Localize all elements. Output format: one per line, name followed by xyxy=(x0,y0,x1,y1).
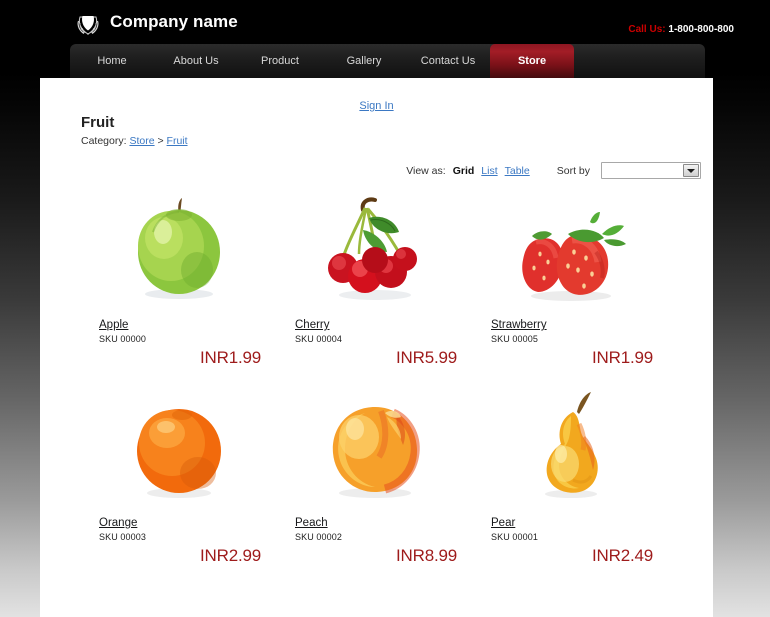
product-name-link[interactable]: Cherry xyxy=(295,319,330,331)
nav-item-about-us[interactable]: About Us xyxy=(154,44,238,78)
breadcrumb-item-fruit[interactable]: Fruit xyxy=(167,135,188,147)
view-option-list[interactable]: List xyxy=(481,165,497,177)
product-sku: SKU 00004 xyxy=(295,334,342,344)
pear-image[interactable] xyxy=(496,388,646,503)
product-name-link[interactable]: Pear xyxy=(491,517,515,529)
product-name-link[interactable]: Strawberry xyxy=(491,319,547,331)
product-price: INR2.99 xyxy=(200,546,261,565)
product-card[interactable]: Cherry SKU 00004 INR5.99 xyxy=(277,190,473,368)
product-sku: SKU 00002 xyxy=(295,532,342,542)
nav-item-home[interactable]: Home xyxy=(70,44,154,78)
phone-number: 1-800-800-800 xyxy=(668,24,734,35)
product-card[interactable]: Strawberry SKU 00005 INR1.99 xyxy=(473,190,669,368)
brand-block[interactable]: Company name xyxy=(74,8,238,36)
call-us-block: Call Us: 1-800-800-800 xyxy=(628,24,734,35)
product-price: INR5.99 xyxy=(396,348,457,367)
breadcrumb-item-store[interactable]: Store xyxy=(129,135,154,147)
sort-by-label: Sort by xyxy=(556,164,590,177)
product-card[interactable]: Orange SKU 00003 INR2.99 xyxy=(81,388,277,566)
product-card[interactable]: Apple SKU 00000 INR1.99 xyxy=(81,190,277,368)
product-grid: Apple SKU 00000 INR1.99 Cherry SKU 00004… xyxy=(81,190,681,586)
listing-toolbar: View as: Grid List Table Sort by xyxy=(406,162,701,179)
product-name-link[interactable]: Peach xyxy=(295,517,328,529)
orange-image[interactable] xyxy=(104,388,254,503)
product-name-link[interactable]: Orange xyxy=(99,517,137,529)
main-navigation: Home About Us Product Gallery Contact Us… xyxy=(70,44,705,78)
view-option-table[interactable]: Table xyxy=(505,165,530,177)
site-header: Company name Call Us: 1-800-800-800 xyxy=(0,0,770,44)
product-price: INR1.99 xyxy=(200,348,261,367)
chevron-down-icon[interactable] xyxy=(683,164,699,177)
view-as-label: View as: xyxy=(406,164,446,177)
page-title: Fruit xyxy=(81,114,115,131)
nav-item-product[interactable]: Product xyxy=(238,44,322,78)
strawberries-image[interactable] xyxy=(496,190,646,305)
sign-in-row: Sign In xyxy=(40,96,713,114)
product-price: INR2.49 xyxy=(592,546,653,565)
nav-item-gallery[interactable]: Gallery xyxy=(322,44,406,78)
product-name-link[interactable]: Apple xyxy=(99,319,128,331)
view-option-grid[interactable]: Grid xyxy=(453,165,475,177)
breadcrumb: Category: Store > Fruit xyxy=(81,135,188,147)
peach-image[interactable] xyxy=(300,388,450,503)
product-sku: SKU 00000 xyxy=(99,334,146,344)
breadcrumb-label: Category: xyxy=(81,135,127,147)
product-price: INR8.99 xyxy=(396,546,457,565)
product-price: INR1.99 xyxy=(592,348,653,367)
product-card[interactable]: Pear SKU 00001 INR2.49 xyxy=(473,388,669,566)
green-apple-image[interactable] xyxy=(104,190,254,305)
product-card[interactable]: Peach SKU 00002 INR8.99 xyxy=(277,388,473,566)
breadcrumb-separator: > xyxy=(157,135,164,147)
product-sku: SKU 00001 xyxy=(491,532,538,542)
brand-name: Company name xyxy=(110,12,238,31)
page-root: Company name Call Us: 1-800-800-800 Home… xyxy=(0,0,770,617)
sort-by-select[interactable] xyxy=(601,162,701,179)
product-sku: SKU 00005 xyxy=(491,334,538,344)
sign-in-link[interactable]: Sign In xyxy=(359,100,393,112)
shield-laurel-logo-icon xyxy=(74,8,102,36)
nav-item-contact-us[interactable]: Contact Us xyxy=(406,44,490,78)
call-us-label: Call Us: xyxy=(628,24,666,35)
nav-item-store[interactable]: Store xyxy=(490,44,574,78)
product-sku: SKU 00003 xyxy=(99,532,146,542)
cherries-image[interactable] xyxy=(300,190,450,305)
content-panel: Sign In Fruit Category: Store > Fruit Vi… xyxy=(40,78,713,617)
